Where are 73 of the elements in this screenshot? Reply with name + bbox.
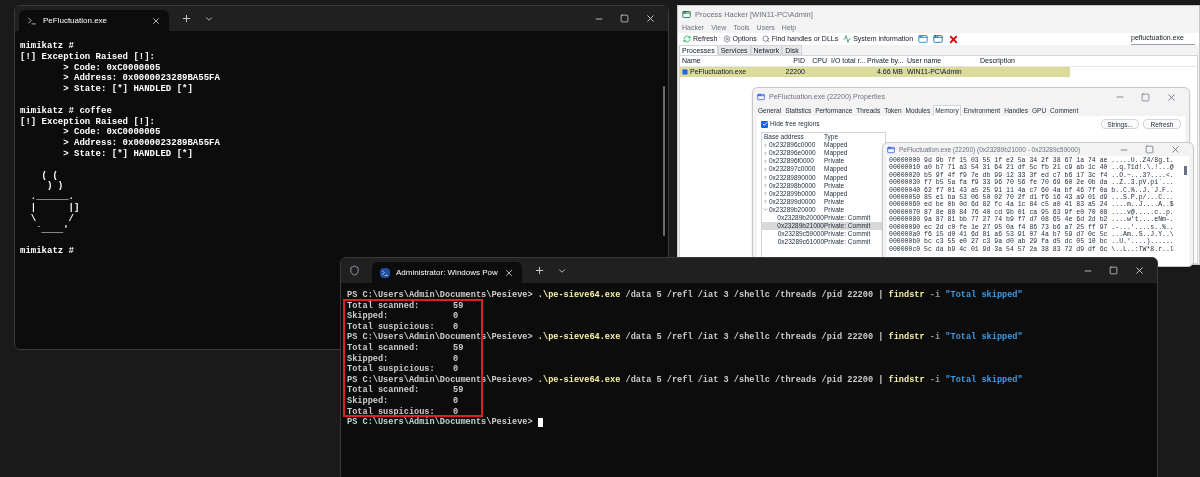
output-value: 0 [453,395,459,407]
output-label: Total scanned: [347,300,421,311]
app-icon [757,93,765,101]
terminal-tab[interactable]: PeFluctuation.exe [19,10,169,31]
toolbar-button[interactable] [932,34,945,44]
console-line: [!] Exception Raised [!]: [20,51,156,63]
app-icon [682,10,691,19]
console-line: > State: [*] HANDLED [*] [62,84,193,95]
powershell-icon [380,267,390,278]
close-icon[interactable] [1134,265,1145,276]
expand-icon[interactable] [763,158,768,164]
output-label: Total suspicious: [347,406,436,417]
console-line: > State: [*] HANDLED [*] [62,148,193,160]
close-tab-icon[interactable] [151,15,161,26]
process-icon [682,69,688,75]
output-value: 0 [453,353,459,365]
maximize-icon[interactable] [1141,92,1150,102]
output-value: 0 [453,406,459,417]
expand-icon[interactable] [763,191,768,197]
collapse-icon[interactable] [763,207,768,213]
maximize-icon[interactable] [1145,145,1154,154]
prompt-line: PS C:\Users\Admin\Documents\Pesieve> [347,417,543,428]
gear-icon [722,35,731,43]
prompt-line: PS C:\Users\Admin\Documents\Pesieve> .\pe-sieve64.exe /data 5 /refl /iat 3 /shellc /threads /pid 22200 | findstr -i "Total skipped" [347,290,1023,301]
expand-icon[interactable] [763,142,768,148]
console-line: | |] [29,202,80,214]
output-value: 59 [453,385,464,396]
console-line: .______. [29,192,74,203]
output-label: Skipped: [347,353,390,364]
checkbox[interactable] [761,120,768,128]
scrollbar-thumb[interactable] [1184,166,1187,175]
expand-icon[interactable] [763,150,768,156]
console-line: > Code: 0xC0000005 [62,62,161,73]
expand-icon[interactable] [763,183,768,188]
console-line: > Address: 0x0000023289BA55FA [62,138,220,149]
console-line: > Code: 0xC0000005 [62,127,161,138]
output-label: Total suspicious: [347,364,436,375]
terminal-tab[interactable]: Administrator: Windows Pow [372,262,522,283]
output-value: 0 [453,311,459,322]
output-label: Total suspicious: [347,321,436,332]
output-label: Skipped: [347,395,390,407]
terminal-icon [27,15,37,26]
console-line: mimikatz # coffee [20,105,112,117]
expand-icon[interactable] [763,199,768,205]
expand-icon[interactable] [763,174,768,180]
console-line: ) ) [46,181,64,193]
close-icon[interactable] [645,13,656,24]
output-value: 0 [453,321,459,332]
app-icon [887,145,895,154]
output-value: 0 [453,364,459,375]
toolbar-button[interactable] [917,34,930,44]
expand-icon[interactable] [763,166,768,172]
close-icon [948,33,960,45]
chart-icon [843,35,852,43]
console-line: mimikatz # [20,41,74,52]
console-line: \ / [29,213,74,225]
console-line: mimikatz # [20,246,74,257]
new-tab-icon[interactable] [181,13,192,24]
output-value: 59 [453,300,464,312]
window-icon [918,34,929,44]
refresh-icon [683,35,691,43]
output-label: Total scanned: [347,342,421,354]
new-tab-icon[interactable] [534,265,545,276]
shield-icon[interactable] [349,265,360,276]
console-line: > Address: 0x0000023289BA55FA [62,73,220,84]
scrollbar-thumb[interactable] [663,86,665,236]
output-value: 59 [453,342,464,354]
console-line: `____' [35,224,69,236]
close-tab-icon[interactable] [504,267,514,278]
output-label: Total scanned: [347,385,421,396]
console-line: [!] Exception Raised [!]: [20,116,156,127]
output-label: Skipped: [347,311,390,322]
console-line: ( ( [40,170,58,181]
